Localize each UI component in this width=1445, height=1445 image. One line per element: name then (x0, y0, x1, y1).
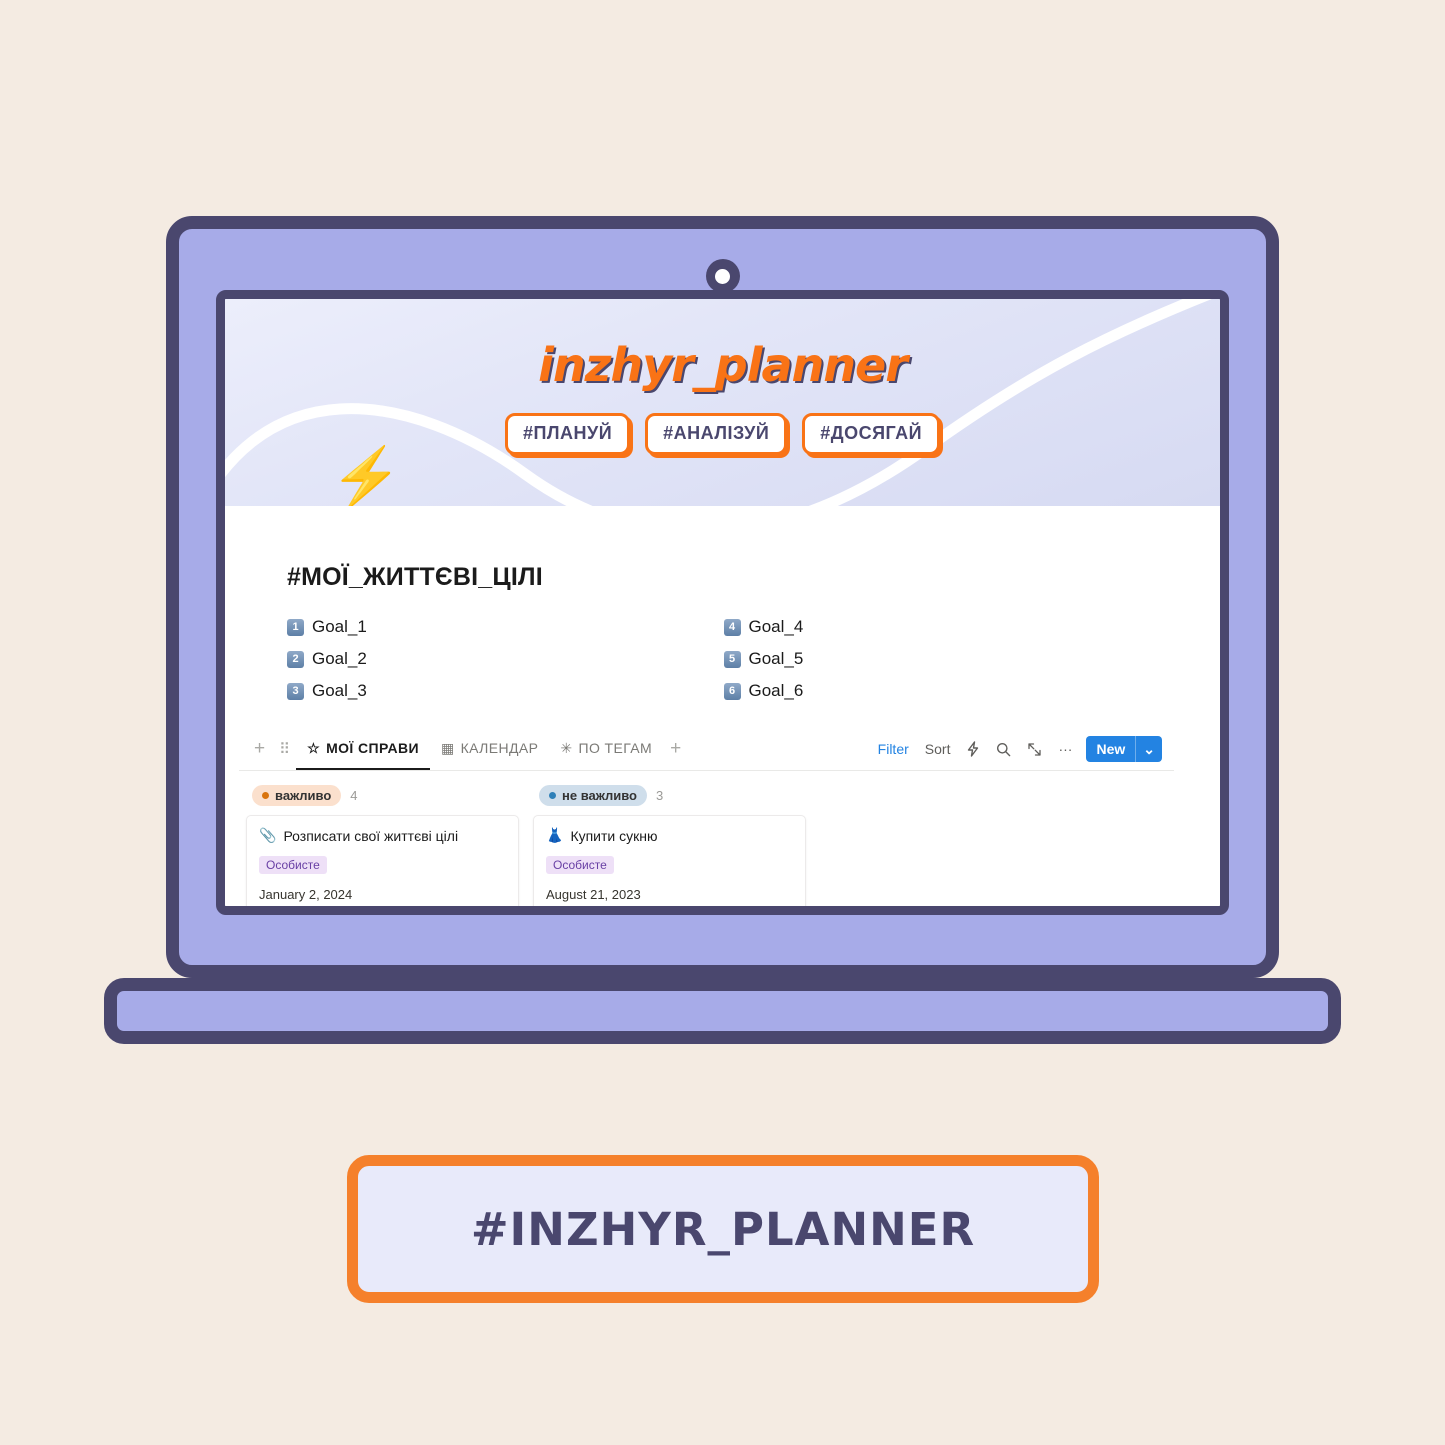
column-header: важливо 4 (246, 785, 519, 815)
tab-moi-spravy[interactable]: ☆ МОЇ СПРАВИ (296, 728, 430, 770)
goal-item[interactable]: 6 Goal_6 (723, 681, 1161, 701)
search-icon[interactable] (988, 738, 1019, 761)
status-dot-icon (262, 792, 269, 799)
toolbar-left-group: + ⠿ ☆ МОЇ СПРАВИ ▦ КАЛЕНДАР ✳ ПО ТЕГАМ + (247, 728, 688, 770)
tab-label: МОЇ СПРАВИ (326, 740, 419, 756)
goal-item[interactable]: 2 Goal_2 (287, 649, 724, 669)
dress-icon: 👗 (546, 827, 564, 843)
filter-button[interactable]: Filter (870, 737, 917, 761)
database-toolbar: + ⠿ ☆ МОЇ СПРАВИ ▦ КАЛЕНДАР ✳ ПО ТЕГАМ + (239, 728, 1174, 771)
board-card[interactable]: 👗 Купити сукню Особисте August 21, 2023 (533, 815, 806, 915)
app-title: inzhyr_planner (538, 338, 908, 392)
diagonal-arrows-glyph (1028, 742, 1042, 756)
toolbar-right-group: Filter Sort ··· New ⌄ (870, 736, 1174, 762)
goal-label: Goal_3 (312, 681, 367, 700)
board-column-ne-vazhlyvo: не важливо 3 👗 Купити сукню Особисте Aug… (526, 785, 813, 915)
status-badge[interactable]: не важливо (539, 785, 647, 806)
number-badge-icon: 3 (287, 682, 304, 700)
add-view-icon[interactable]: + (663, 738, 688, 760)
goal-label: Goal_1 (312, 617, 367, 636)
goal-label: Goal_6 (748, 681, 804, 700)
tab-po-tegam[interactable]: ✳ ПО ТЕГАМ (549, 728, 663, 770)
status-badge[interactable]: важливо (252, 785, 342, 806)
paperclip-icon: 📎 (259, 827, 277, 843)
notion-page-body: #МОЇ_ЖИТТЄВІ_ЦІЛІ 1 Goal_1 4 Goal_4 2 Go… (225, 506, 1220, 915)
status-label: важливо (275, 788, 332, 803)
goals-list: 1 Goal_1 4 Goal_4 2 Goal_2 5 Goal_5 3 Go… (287, 617, 1160, 701)
automation-lightning-icon[interactable] (958, 737, 988, 761)
laptop-base (104, 978, 1341, 1044)
card-date: August 21, 2023 (546, 887, 641, 902)
card-title-row: 📎 Розписати свої життєві цілі (259, 827, 506, 844)
sort-button[interactable]: Sort (917, 737, 959, 761)
new-button[interactable]: New (1086, 736, 1135, 762)
goal-label: Goal_5 (748, 649, 804, 668)
hero-banner: inzhyr_planner #ПЛАНУЙ #АНАЛІЗУЙ #ДОСЯГА… (225, 299, 1220, 506)
card-title-row: 👗 Купити сукню (546, 827, 793, 844)
bottom-banner-label: #INZHYR_PLANNER (470, 1202, 976, 1256)
laptop-screen: inzhyr_planner #ПЛАНУЙ #АНАЛІЗУЙ #ДОСЯГА… (216, 290, 1229, 915)
bottom-hashtag-banner: #INZHYR_PLANNER (347, 1155, 1099, 1303)
column-header: не важливо 3 (533, 785, 806, 815)
card-tag: Особисте (259, 856, 327, 874)
magnifier-glyph (997, 742, 1011, 756)
card-title: Розписати свої життєві цілі (283, 827, 459, 844)
page-title: #МОЇ_ЖИТТЄВІ_ЦІЛІ (287, 563, 543, 591)
hashtag-pill-analizuy[interactable]: #АНАЛІЗУЙ (645, 413, 788, 455)
number-badge-icon: 4 (723, 618, 741, 636)
tab-label: ПО ТЕГАМ (578, 740, 653, 756)
new-button-group[interactable]: New ⌄ (1086, 736, 1162, 762)
star-icon: ☆ (307, 740, 321, 756)
column-count: 3 (655, 788, 664, 803)
drag-handle-icon[interactable]: ⠿ (272, 740, 296, 758)
lightning-glyph (968, 741, 979, 757)
card-placeholder-chip (546, 914, 634, 915)
webcam-icon (705, 259, 740, 293)
card-date: January 2, 2024 (259, 887, 353, 902)
goal-label: Goal_4 (748, 617, 804, 636)
goal-item[interactable]: 5 Goal_5 (723, 649, 1161, 669)
add-block-icon[interactable]: + (247, 738, 272, 760)
laptop-mockup: inzhyr_planner #ПЛАНУЙ #АНАЛІЗУЙ #ДОСЯГА… (0, 0, 1445, 1060)
goal-label: Goal_2 (312, 649, 367, 668)
chevron-down-icon[interactable]: ⌄ (1135, 736, 1162, 762)
number-badge-icon: 6 (723, 682, 741, 700)
tab-label: КАЛЕНДАР (460, 740, 539, 756)
hashtag-pill-dosyahay[interactable]: #ДОСЯГАЙ (802, 413, 941, 455)
goal-item[interactable]: 1 Goal_1 (287, 617, 724, 637)
number-badge-icon: 2 (287, 650, 304, 668)
column-count: 4 (350, 788, 358, 803)
board-card[interactable]: 📎 Розписати свої життєві цілі Особисте J… (246, 815, 519, 915)
more-options-icon[interactable]: ··· (1050, 737, 1080, 761)
tab-kalendar[interactable]: ▦ КАЛЕНДАР (430, 728, 549, 770)
number-badge-icon: 5 (723, 650, 741, 668)
collapse-arrows-icon[interactable] (1019, 738, 1050, 761)
card-title: Купити сукню (570, 827, 658, 844)
card-tag: Особисте (546, 856, 614, 874)
status-dot-icon (549, 792, 556, 799)
number-badge-icon: 1 (287, 618, 304, 636)
hashtag-pill-planuy[interactable]: #ПЛАНУЙ (504, 413, 631, 455)
status-label: не важливо (562, 788, 637, 803)
card-placeholder-chip (259, 914, 347, 915)
kanban-board: важливо 4 📎 Розписати свої життєві цілі … (239, 771, 1160, 915)
calendar-icon: ▦ (440, 740, 455, 756)
asterisk-icon: ✳ (560, 740, 573, 756)
board-column-vazhlyvo: важливо 4 📎 Розписати свої життєві цілі … (239, 785, 526, 915)
goal-item[interactable]: 3 Goal_3 (287, 681, 724, 701)
lightning-bolt-icon: ⚡ (330, 445, 403, 507)
goal-item[interactable]: 4 Goal_4 (723, 617, 1161, 637)
